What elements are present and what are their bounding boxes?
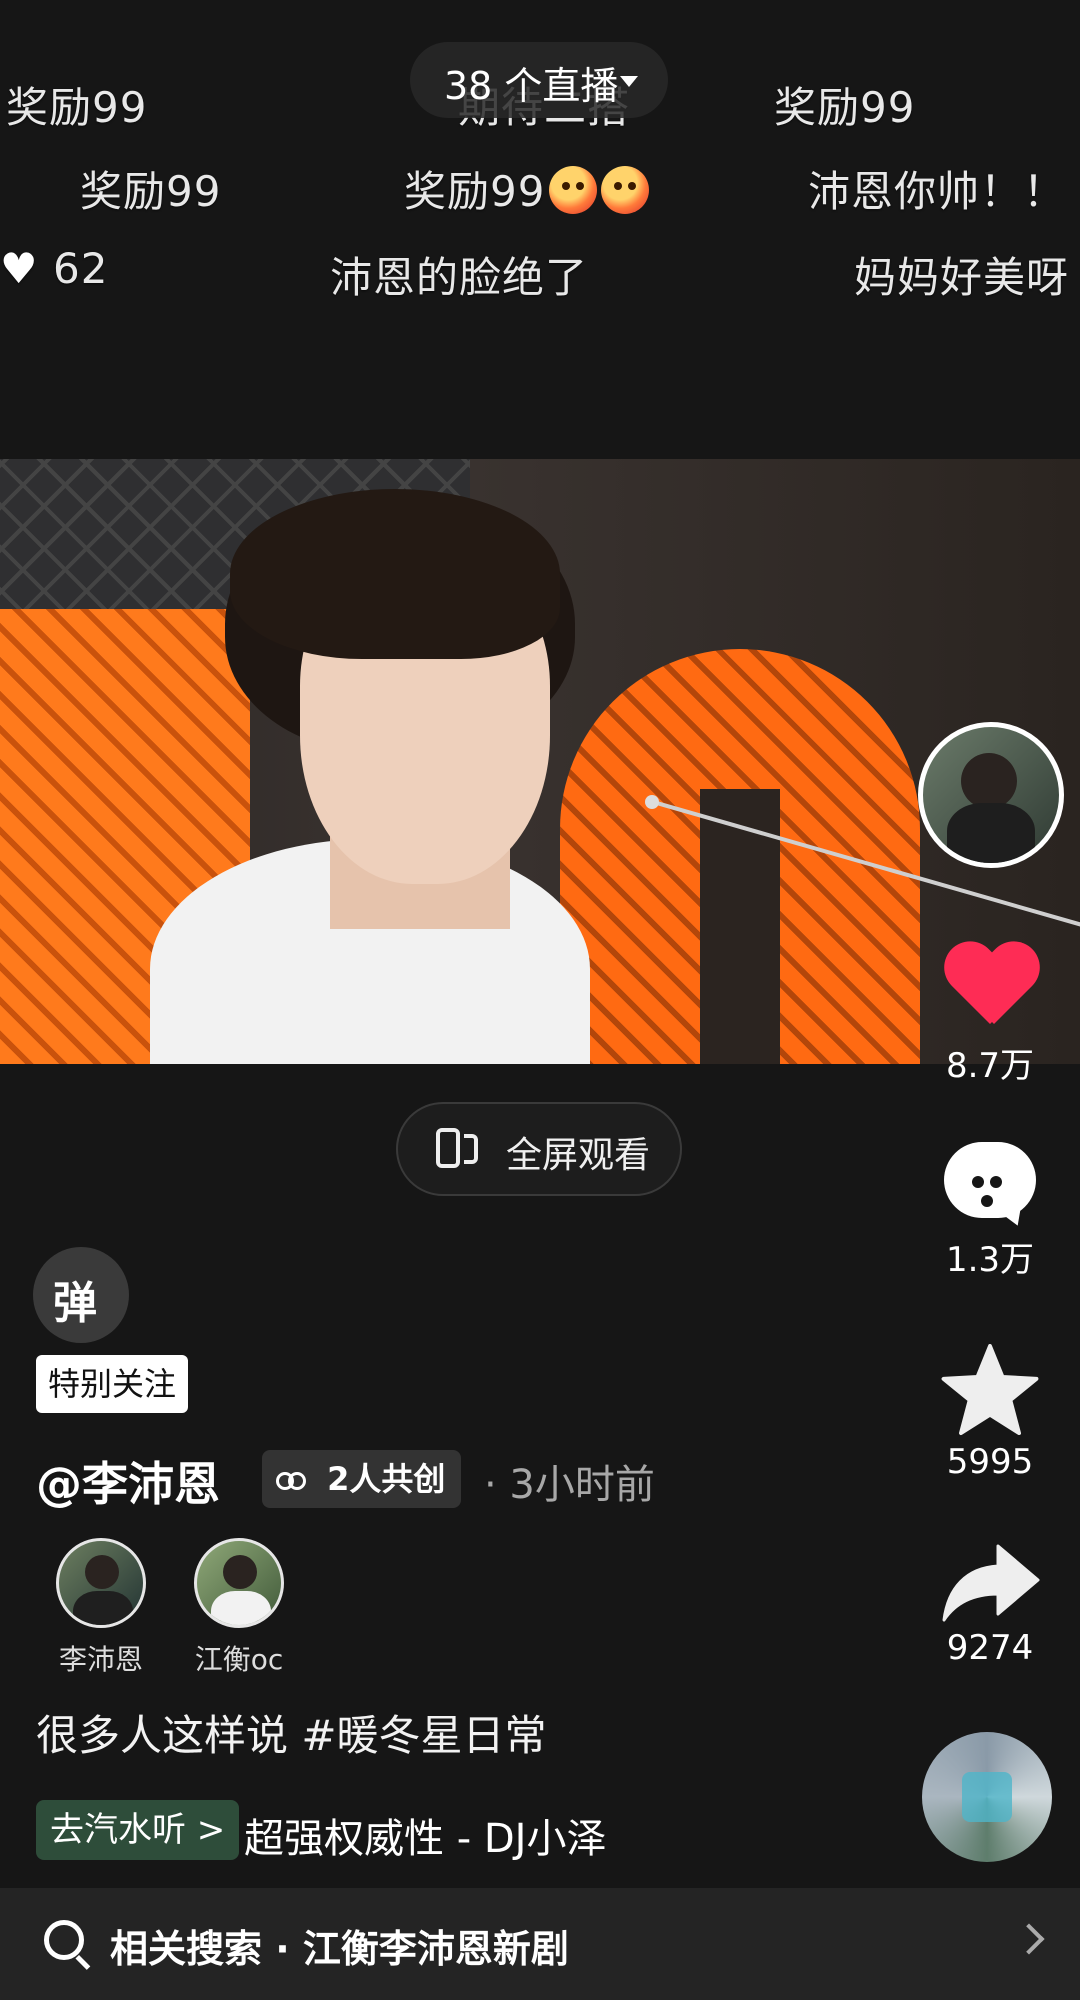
cute-face-emoji-icon [549, 166, 598, 214]
creator-avatar[interactable] [194, 1538, 284, 1628]
share-count: 9274 [946, 1628, 1034, 1668]
author-name[interactable]: @李沛恩 [36, 1448, 220, 1514]
video-player[interactable] [0, 459, 1080, 1064]
danmaku-item: 沛恩你帅！！ [808, 167, 1067, 216]
heart-icon: ♥ [0, 244, 39, 293]
music-title[interactable]: 超强权威性 - DJ小泽 [244, 1806, 606, 1864]
cocreate-badge[interactable]: 2人共创 [262, 1450, 462, 1508]
related-search-label: 相关搜索 · 江衡李沛恩新剧 [110, 1927, 569, 1971]
danmaku-toggle-button[interactable]: 弹 [33, 1247, 129, 1343]
comment-count: 1.3万 [945, 1240, 1035, 1280]
favorite-button[interactable]: 5995 [920, 1344, 1060, 1482]
chevron-right-icon [1013, 1923, 1045, 1955]
danmaku-item: 奖励99 [80, 167, 222, 216]
comment-button[interactable]: 1.3万 [920, 1142, 1060, 1281]
danmaku-item: 妈妈好美呀 [854, 253, 1070, 302]
live-count-label[interactable]: 38 个直播 [444, 55, 618, 110]
cute-face-emoji-icon [601, 166, 650, 214]
danmaku-item: 奖励99 [404, 158, 650, 219]
cocreate-label: 2人共创 [327, 1460, 446, 1498]
fullscreen-label: 全屏观看 [506, 1135, 651, 1176]
rotate-phone-icon [464, 1134, 478, 1164]
video-caption[interactable]: 很多人这样说 #暖冬星日常 [36, 1702, 547, 1763]
favorite-count: 5995 [946, 1442, 1034, 1482]
special-follow-tag: 特别关注 [36, 1355, 189, 1413]
music-disc-avatar[interactable] [922, 1732, 1052, 1862]
share-arrow-icon [942, 1544, 1040, 1622]
creator-name[interactable]: 江衡oc [169, 1638, 309, 1678]
danmaku-item: 奖励99 [774, 83, 916, 132]
creator-name[interactable]: 李沛恩 [31, 1638, 171, 1678]
star-icon [941, 1344, 1039, 1436]
video-microphone [645, 795, 659, 809]
music-cover [962, 1772, 1012, 1822]
heart-icon [942, 944, 1038, 1032]
danmaku-text: 奖励99 [404, 167, 546, 216]
video-background-shadow [700, 789, 780, 1064]
author-avatar[interactable] [918, 722, 1064, 868]
caret-down-icon [620, 76, 638, 87]
danmaku-like-count: 62 [53, 244, 109, 293]
danmaku-item: 奖励99 [6, 83, 148, 132]
comment-bubble-icon [944, 1142, 1036, 1232]
like-button[interactable]: 8.7万 [920, 944, 1060, 1087]
avatar-figure [947, 803, 1035, 863]
related-search-bar[interactable]: 相关搜索 · 江衡李沛恩新剧 [0, 1888, 1080, 2000]
search-icon [44, 1920, 84, 1960]
video-person-hair [230, 489, 560, 659]
rotate-phone-icon [436, 1128, 460, 1168]
avatar-figure [961, 753, 1017, 809]
post-time: · 3小时前 [484, 1462, 655, 1508]
like-count: 8.7万 [945, 1046, 1035, 1086]
danmaku-item: 沛恩的脸绝了 [330, 253, 589, 302]
creator-avatar[interactable] [56, 1538, 146, 1628]
cocreate-link-icon [276, 1472, 308, 1492]
share-button[interactable]: 9274 [920, 1542, 1060, 1668]
fullscreen-button[interactable]: 全屏观看 [396, 1102, 682, 1196]
danmaku-toggle-label: 弹 [53, 1278, 97, 1329]
danmaku-like-item: ♥ 62 [0, 244, 108, 293]
listen-in-app-button[interactable]: 去汽水听 > [36, 1800, 240, 1860]
